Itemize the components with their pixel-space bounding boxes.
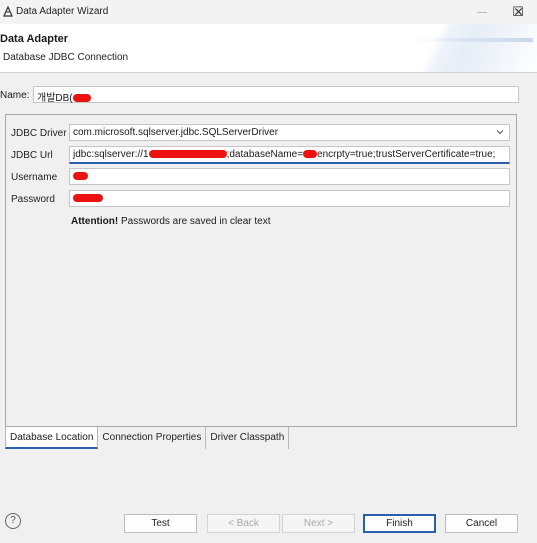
tab-database-location[interactable]: Database Location	[5, 427, 99, 449]
back-button[interactable]: < Back	[207, 514, 280, 533]
jdbc-driver-label: JDBC Driver	[11, 128, 67, 139]
header-banner	[297, 24, 537, 72]
redaction-mark	[73, 172, 88, 181]
wizard-title: Data Adapter	[0, 33, 69, 45]
window-title: Data Adapter Wizard	[16, 6, 109, 17]
jdbc-driver-value: com.microsoft.sqlserver.jdbc.SQLServerDr…	[73, 127, 279, 138]
name-label: Name:	[0, 90, 30, 101]
window-titlebar: Data Adapter Wizard — ☐ ✕	[0, 0, 537, 24]
username-input[interactable]	[69, 168, 510, 185]
chevron-down-icon[interactable]	[496, 128, 504, 136]
wizard-subtitle: Database JDBC Connection	[3, 52, 129, 63]
password-warning: Attention! Passwords are saved in clear …	[71, 216, 271, 227]
wizard-content: Name: 개발DB( JDBC Driver com.microsoft.sq…	[0, 73, 537, 506]
username-label: Username	[11, 172, 58, 183]
finish-button[interactable]: Finish	[363, 514, 436, 533]
password-label: Password	[11, 194, 55, 205]
redaction-mark	[72, 94, 91, 103]
name-value: 개발DB(	[37, 93, 73, 104]
tab-bar: Database Location Connection Properties …	[5, 427, 290, 449]
jdbc-url-mid: ;databaseName=	[226, 149, 304, 160]
wizard-header: Data Adapter Database JDBC Connection	[0, 24, 537, 72]
minimize-icon: —	[477, 6, 487, 18]
app-icon	[3, 5, 13, 17]
jdbc-url-label: JDBC Url	[11, 150, 53, 161]
password-input[interactable]	[69, 190, 510, 207]
close-button[interactable]: ✕	[500, 0, 537, 24]
redaction-mark	[148, 150, 227, 159]
database-location-panel: JDBC Driver com.microsoft.sqlserver.jdbc…	[5, 114, 517, 427]
help-icon[interactable]: ?	[5, 513, 21, 529]
header-banner-stripe	[413, 38, 533, 42]
jdbc-url-input[interactable]: jdbc:sqlserver://1 ;databaseName= encrpty=…	[69, 146, 510, 164]
name-input[interactable]: 개발DB(	[33, 86, 519, 104]
attention-text: Passwords are saved in clear text	[118, 216, 271, 227]
redaction-mark	[303, 150, 318, 159]
jdbc-driver-combo[interactable]: com.microsoft.sqlserver.jdbc.SQLServerDr…	[69, 124, 510, 141]
tab-driver-classpath[interactable]: Driver Classpath	[206, 427, 290, 449]
wizard-footer: ? Test < Back Next > Finish Cancel	[0, 506, 537, 543]
attention-label: Attention!	[71, 216, 119, 227]
test-button[interactable]: Test	[124, 514, 197, 533]
cancel-button[interactable]: Cancel	[445, 514, 518, 533]
minimize-button[interactable]: —	[463, 0, 501, 24]
tab-connection-properties[interactable]: Connection Properties	[98, 427, 207, 449]
jdbc-url-suffix: encrpty=true;trustServerCertificate=true…	[317, 149, 496, 160]
next-button[interactable]: Next >	[282, 514, 355, 533]
close-icon: ✕	[513, 5, 524, 19]
redaction-mark	[73, 194, 103, 203]
jdbc-url-prefix: jdbc:sqlserver://1	[73, 149, 149, 160]
